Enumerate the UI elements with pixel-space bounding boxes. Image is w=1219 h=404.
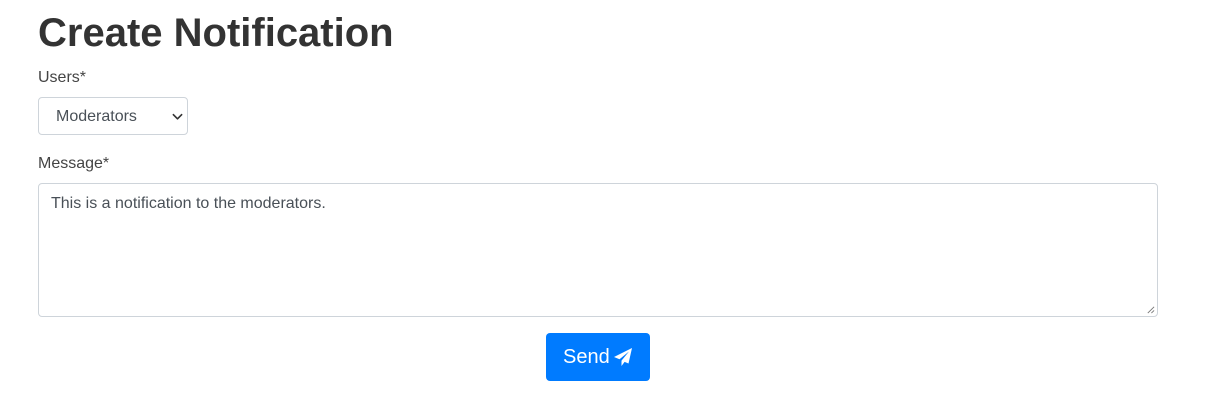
send-button[interactable]: Send — [546, 333, 650, 381]
resize-grip-icon[interactable] — [1146, 305, 1155, 314]
users-select-value: Moderators — [56, 108, 137, 125]
paper-plane-icon — [614, 348, 632, 366]
chevron-down-icon — [172, 113, 183, 120]
users-label: Users* — [38, 69, 87, 86]
users-select[interactable]: Moderators — [38, 97, 188, 135]
message-label: Message* — [38, 155, 110, 172]
page-title: Create Notification — [38, 11, 394, 55]
send-button-label: Send — [563, 346, 610, 368]
message-textarea[interactable]: This is a notification to the moderators… — [38, 183, 1158, 317]
message-text: This is a notification to the moderators… — [51, 195, 326, 212]
